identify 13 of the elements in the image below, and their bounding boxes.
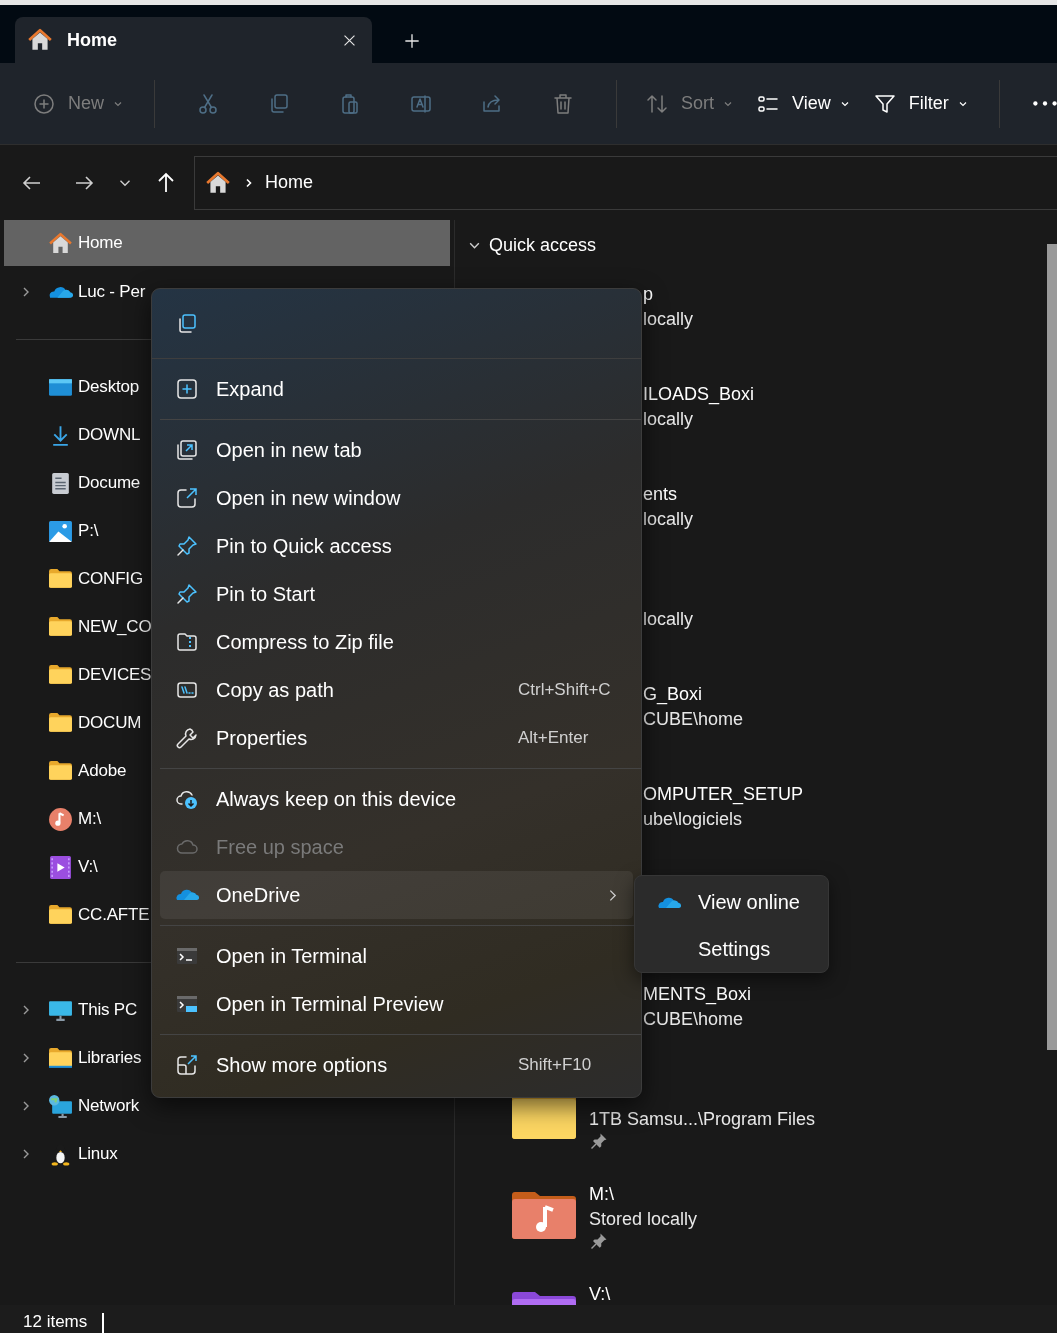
folder-location: CUBE\home [643, 1009, 744, 1030]
item-count: 12 items [23, 1311, 88, 1333]
folder-location: ube\logiciels [643, 809, 743, 830]
folder-location: CUBE\home [643, 709, 744, 730]
folder-location: 1TB Samsu...\Program Files [589, 1109, 816, 1130]
folder-location: locally [643, 609, 694, 630]
shortcut-hint: Shift+F10 [518, 1055, 592, 1075]
folder-location: locally [643, 509, 694, 530]
shortcut-hint: Alt+Enter [518, 728, 589, 748]
shortcut-hint: Ctrl+Shift+C [518, 680, 611, 700]
folder-location: locally [643, 309, 694, 330]
folder-location: Stored locally [589, 1209, 698, 1230]
folder-location: locally [643, 409, 694, 430]
